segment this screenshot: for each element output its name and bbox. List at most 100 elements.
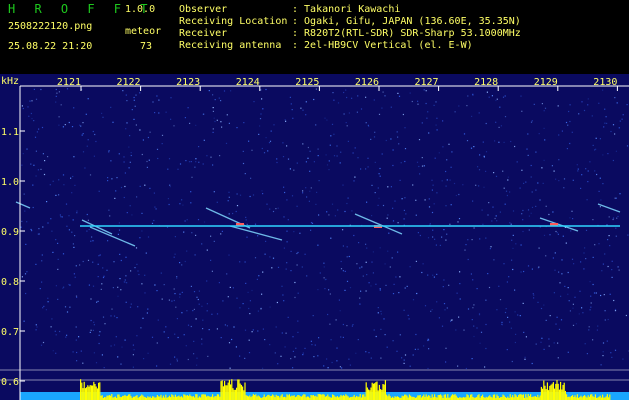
noise-dot <box>483 155 485 157</box>
noise-dot <box>71 192 73 194</box>
noise-dot <box>572 303 574 305</box>
signal-bar <box>328 396 330 400</box>
noise-dot <box>430 310 432 312</box>
noise-dot <box>588 329 590 331</box>
noise-dot <box>76 360 78 362</box>
noise-dot <box>560 319 563 321</box>
noise-dot <box>88 284 90 286</box>
noise-dot <box>616 217 618 219</box>
noise-dot <box>581 174 583 176</box>
noise-dot <box>481 209 483 211</box>
noise-dot <box>72 351 74 353</box>
noise-dot <box>472 307 474 309</box>
noise-dot <box>292 336 294 338</box>
noise-dot <box>553 292 555 294</box>
noise-dot <box>354 147 356 149</box>
noise-dot <box>252 194 255 196</box>
noise-dot <box>201 243 203 245</box>
noise-dot <box>179 203 181 205</box>
noise-dot <box>283 216 285 218</box>
noise-dot <box>478 185 480 187</box>
noise-dot <box>247 291 249 293</box>
noise-dot <box>417 232 419 234</box>
signal-bar <box>518 395 520 400</box>
noise-dot <box>281 332 283 334</box>
noise-dot <box>589 309 591 311</box>
noise-dot <box>441 236 443 238</box>
noise-dot <box>535 189 537 191</box>
noise-dot <box>286 199 288 201</box>
noise-dot <box>472 279 474 281</box>
noise-dot <box>325 154 327 156</box>
noise-dot <box>157 319 159 321</box>
noise-dot <box>351 97 353 99</box>
signal-bar <box>467 395 469 400</box>
noise-dot <box>66 334 68 336</box>
noise-dot <box>592 256 594 258</box>
noise-dot <box>228 254 230 256</box>
noise-dot <box>488 202 490 204</box>
noise-dot <box>463 329 465 331</box>
noise-dot <box>100 288 102 290</box>
noise-dot <box>405 213 407 215</box>
noise-dot <box>213 117 215 119</box>
noise-dot <box>490 246 492 248</box>
noise-dot <box>271 267 273 269</box>
noise-dot <box>57 258 59 260</box>
noise-dot <box>485 122 487 125</box>
noise-dot <box>254 223 257 225</box>
noise-dot <box>134 105 136 107</box>
noise-dot <box>557 105 559 107</box>
noise-dot <box>268 142 271 144</box>
noise-dot <box>307 146 309 149</box>
signal-bar <box>344 395 346 400</box>
info-key: Receiving Location <box>179 16 288 27</box>
noise-dot <box>181 291 183 293</box>
signal-bar <box>321 394 323 400</box>
noise-dot <box>206 303 208 305</box>
signal-bar <box>428 395 430 400</box>
noise-dot <box>379 167 381 170</box>
noise-dot <box>516 161 518 163</box>
signal-bar <box>477 395 479 400</box>
noise-dot <box>297 251 299 254</box>
noise-dot <box>343 91 345 94</box>
noise-dot <box>196 296 198 298</box>
noise-dot <box>287 316 289 318</box>
signal-bar <box>98 382 100 400</box>
noise-dot <box>366 274 368 276</box>
noise-dot <box>126 122 128 124</box>
noise-dot <box>456 292 458 294</box>
noise-dot <box>453 182 456 185</box>
noise-dot <box>615 227 617 229</box>
noise-dot <box>590 306 592 308</box>
signal-bar <box>520 394 522 400</box>
noise-dot <box>126 282 128 284</box>
signal-bar <box>215 396 217 400</box>
noise-dot <box>95 362 98 364</box>
noise-dot <box>432 229 434 231</box>
noise-dot <box>140 327 142 329</box>
info-row-observer: Observer: Takanori Kawachi <box>179 4 521 16</box>
signal-bar <box>312 395 314 400</box>
noise-dot <box>90 329 92 331</box>
noise-dot <box>73 107 75 109</box>
noise-dot <box>533 103 535 105</box>
noise-dot <box>315 203 317 205</box>
noise-dot <box>76 212 78 214</box>
noise-dot <box>235 210 237 213</box>
noise-dot <box>555 178 557 180</box>
noise-dot <box>431 211 434 214</box>
noise-dot <box>111 308 113 310</box>
noise-dot <box>119 278 121 280</box>
noise-dot <box>315 124 317 126</box>
noise-dot <box>342 270 344 272</box>
noise-dot <box>142 317 144 319</box>
noise-dot <box>558 180 560 182</box>
noise-dot <box>382 91 384 93</box>
noise-dot <box>345 89 347 91</box>
noise-dot <box>31 100 33 102</box>
noise-dot <box>207 355 209 357</box>
noise-dot <box>503 263 505 265</box>
noise-dot <box>484 366 486 368</box>
